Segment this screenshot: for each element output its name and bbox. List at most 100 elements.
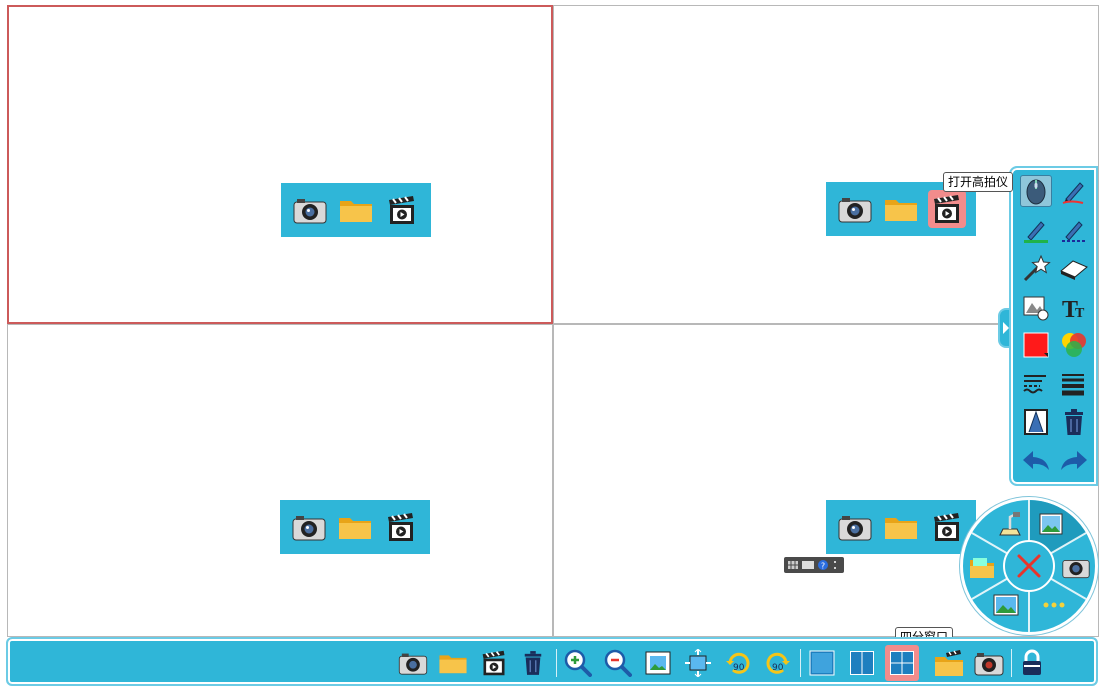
folder-video-icon: [935, 650, 963, 676]
radial-menu: [960, 497, 1098, 635]
eraser-tool[interactable]: [1055, 249, 1093, 288]
more-dots-icon[interactable]: [832, 560, 838, 570]
floating-control[interactable]: ?: [784, 557, 844, 573]
video-pane-1[interactable]: [7, 5, 553, 324]
color-red-tool[interactable]: [1017, 326, 1055, 365]
zoom-out-button[interactable]: [601, 647, 635, 679]
camera-icon[interactable]: [1061, 552, 1091, 582]
capture-device-tooltip: 打开高拍仪: [943, 172, 1014, 192]
pane-4-toolbar: [826, 500, 976, 554]
rotate-left-button[interactable]: 90: [721, 647, 755, 679]
app-window: ? TT 打开高拍仪 90 90: [0, 0, 1100, 688]
trash-icon: [1065, 409, 1083, 436]
redo-tool[interactable]: [1055, 442, 1093, 481]
separator: [556, 649, 557, 677]
camera-icon[interactable]: [290, 508, 328, 546]
quad-view-icon: [890, 651, 914, 675]
separator: [1011, 649, 1012, 677]
folder-icon[interactable]: [336, 508, 374, 546]
picture-icon[interactable]: [991, 590, 1021, 620]
video-clapper-icon[interactable]: [383, 191, 421, 229]
camera-icon[interactable]: [291, 191, 329, 229]
video-clapper-icon[interactable]: [382, 508, 420, 546]
record-video-button[interactable]: [477, 647, 511, 679]
camera-button[interactable]: [396, 647, 430, 679]
lock-button[interactable]: [1015, 647, 1049, 679]
shape-tool[interactable]: [1017, 288, 1055, 327]
projector-tool[interactable]: [1017, 403, 1055, 442]
eraser-icon: [1060, 260, 1088, 281]
camera-settings-icon: [974, 653, 1004, 676]
grid-icon[interactable]: [788, 561, 798, 569]
folder-icon: [439, 655, 467, 674]
camera-icon[interactable]: [836, 508, 874, 546]
separator: [800, 649, 801, 677]
help-icon[interactable]: ?: [818, 560, 828, 570]
folder-open-icon[interactable]: [967, 552, 997, 582]
fit-window-button[interactable]: [641, 647, 675, 679]
line-width-tool[interactable]: [1055, 365, 1093, 404]
video-clapper-icon: [482, 650, 505, 676]
video-folder-button[interactable]: [932, 647, 966, 679]
close-icon: [1017, 554, 1041, 578]
pane-3-toolbar: [280, 500, 430, 554]
color-palette-icon: [1062, 333, 1086, 358]
color-palette-tool[interactable]: [1055, 326, 1093, 365]
camera-settings-button[interactable]: [972, 647, 1006, 679]
svg-text:90: 90: [772, 663, 784, 673]
highlighter-icon: [1024, 221, 1048, 243]
camera-icon[interactable]: [836, 190, 874, 228]
folder-button[interactable]: [436, 647, 470, 679]
actual-size-button[interactable]: [681, 647, 715, 679]
mouse-pointer-tool[interactable]: [1017, 172, 1055, 211]
text-icon: TT: [1062, 297, 1085, 321]
more-icon[interactable]: [1039, 590, 1069, 620]
camera-icon: [398, 653, 428, 675]
dual-view-icon: [850, 651, 874, 675]
laser-pen-tool[interactable]: [1055, 211, 1093, 250]
actual-size-icon: [685, 649, 711, 677]
rotate-left-90-icon: 90: [726, 652, 750, 674]
document-camera-icon[interactable]: [995, 510, 1025, 540]
magic-wand-tool[interactable]: [1017, 249, 1055, 288]
trash-tool[interactable]: [1055, 403, 1093, 442]
video-clapper-icon[interactable]: [928, 508, 966, 546]
video-pane-3[interactable]: [7, 324, 553, 637]
zoom-in-icon: [564, 649, 592, 677]
video-clapper-icon[interactable]: [928, 190, 966, 228]
rotate-right-button[interactable]: 90: [761, 647, 795, 679]
single-view-button[interactable]: [805, 647, 839, 679]
line-style-tool[interactable]: [1017, 365, 1055, 404]
folder-icon[interactable]: [337, 191, 375, 229]
lock-icon: [1023, 649, 1041, 675]
text-tool[interactable]: TT: [1055, 288, 1093, 327]
dual-view-button[interactable]: [845, 647, 879, 679]
pen-tool[interactable]: [1055, 172, 1093, 211]
folder-icon[interactable]: [882, 508, 920, 546]
annotation-toolbar: TT: [1009, 166, 1098, 486]
line-width-icon: [1062, 373, 1084, 396]
zoom-in-button[interactable]: [561, 647, 595, 679]
svg-text:90: 90: [733, 663, 745, 673]
folder-icon[interactable]: [882, 190, 920, 228]
delete-button[interactable]: [516, 647, 550, 679]
pane-1-toolbar: [281, 183, 431, 237]
keyboard-icon[interactable]: [802, 561, 814, 569]
pen-icon: [1062, 182, 1084, 205]
shape-icon: [1023, 296, 1049, 321]
highlighter-tool[interactable]: [1017, 211, 1055, 250]
projector-icon: [1024, 409, 1048, 436]
undo-tool[interactable]: [1017, 442, 1055, 481]
fit-window-icon: [645, 651, 671, 675]
redo-icon: [1061, 450, 1087, 470]
magic-wand-icon: [1023, 254, 1051, 282]
image-gallery-icon[interactable]: [1037, 510, 1067, 540]
close-menu-button[interactable]: [1003, 540, 1055, 592]
svg-text:?: ?: [821, 562, 825, 571]
zoom-out-icon: [604, 649, 632, 677]
rotate-right-90-icon: 90: [766, 652, 790, 674]
single-view-icon: [809, 650, 835, 676]
laser-pen-icon: [1062, 221, 1086, 242]
undo-icon: [1023, 450, 1049, 470]
quad-view-button[interactable]: [885, 645, 919, 681]
